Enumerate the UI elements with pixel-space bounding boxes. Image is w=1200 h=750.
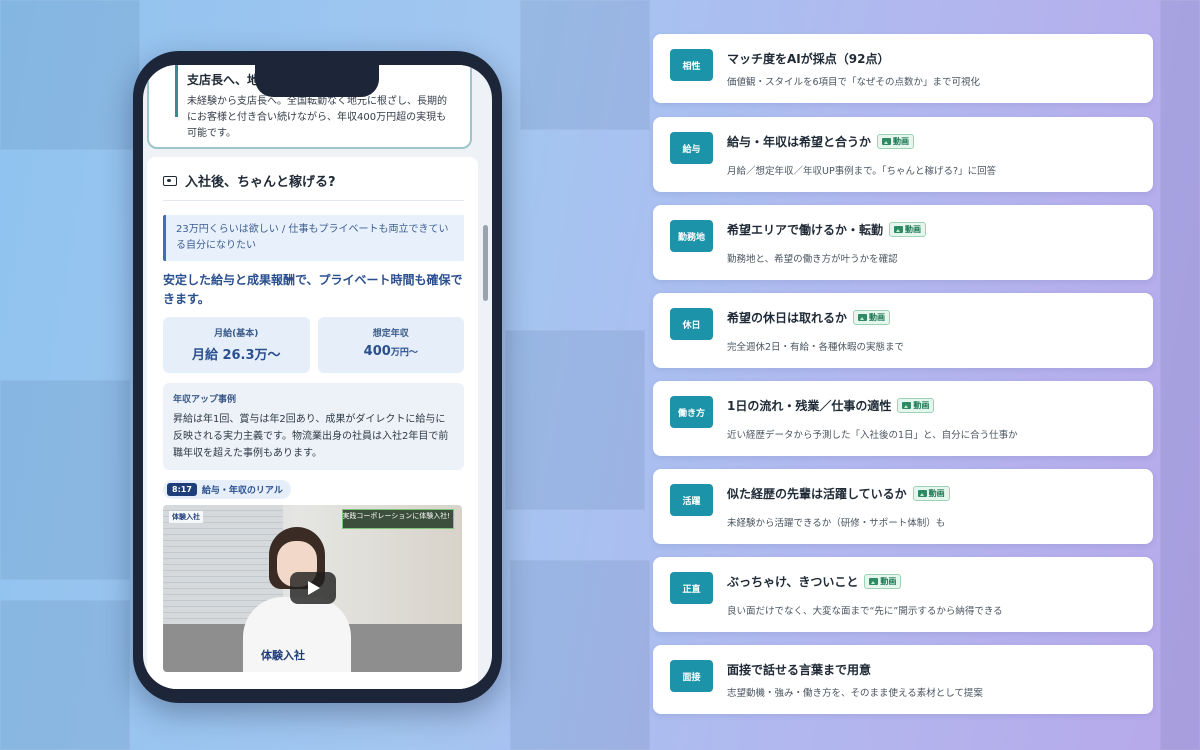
- feature-card-interview: 面接 面接で話せる言葉まで用意 志望動機・強み・働き方を、そのまま使える素材とし…: [653, 645, 1153, 714]
- feature-title: 給与・年収は希望と合うか 動画: [727, 133, 915, 150]
- video-logo: 体験入社: [169, 511, 203, 523]
- background-tile: [510, 560, 650, 750]
- feature-card-holiday: 休日 希望の休日は取れるか 動画 完全週休2日・有給・各種休暇の実態まで: [653, 293, 1153, 368]
- feature-desc: 未経験から活躍できるか（研修・サポート体制）も: [727, 518, 946, 529]
- hoodie-print: 体験入社: [261, 649, 305, 662]
- salary-stats: 月給(基本) 月給 26.3万〜 想定年収 400万円〜: [163, 317, 464, 373]
- feature-card-honest: 正直 ぶっちゃけ、きついこと 動画 良い面だけでなく、大変な面まで“先に”開示する…: [653, 557, 1153, 632]
- feature-title: 似た経歴の先輩は活躍しているか 動画: [727, 485, 950, 502]
- stat-annual-income: 想定年収 400万円〜: [317, 317, 464, 373]
- video-chip[interactable]: 動画: [889, 222, 927, 237]
- video-chip[interactable]: 動画: [897, 398, 935, 413]
- career-card-body: 未経験から支店長へ。全国転勤なく地元に根ざし、長期的にお客様と付き合い続けながら…: [187, 96, 447, 139]
- video-chip-icon: [882, 138, 892, 145]
- feature-title: ぶっちゃけ、きついこと 動画: [727, 573, 902, 590]
- section-header: 入社後、ちゃんと稼げる?: [163, 171, 464, 201]
- background-tile: [0, 380, 130, 580]
- video-chip[interactable]: 動画: [912, 486, 950, 501]
- feature-desc: 志望動機・強み・働き方を、そのまま使える素材として提案: [727, 688, 983, 699]
- feature-desc: 勤務地と、希望の働き方が叶うかを確認: [727, 254, 898, 265]
- example-label: 年収アップ事例: [173, 395, 237, 405]
- feature-card-match: 相性 マッチ度をAIが採点（92点） 価値観・スタイルを6項目で「なぜその点数か…: [653, 34, 1153, 103]
- feature-badge: 相性: [670, 49, 713, 81]
- feature-card-seniors: 活躍 似た経歴の先輩は活躍しているか 動画 未経験から活躍できるか（研修・サポート…: [653, 469, 1153, 544]
- feature-card-salary: 給与 給与・年収は希望と合うか 動画 月給／想定年収／年収UP事例まで。「ちゃんと…: [653, 117, 1153, 192]
- background-tile: [520, 0, 650, 130]
- phone-notch: [255, 63, 379, 97]
- feature-badge: 面接: [670, 660, 713, 692]
- card-accent-bar: [175, 65, 178, 117]
- feature-badge: 働き方: [670, 396, 713, 428]
- feature-title: 1日の流れ・残業／仕事の適性 動画: [727, 397, 935, 414]
- feature-card-workstyle: 働き方 1日の流れ・残業／仕事の適性 動画 近い経歴データから予測した「入社後の1…: [653, 381, 1153, 456]
- stat-label: 想定年収: [372, 329, 409, 339]
- feature-badge: 活躍: [670, 484, 713, 516]
- video-chip-icon: [902, 402, 912, 409]
- feature-title: 希望の休日は取れるか 動画: [727, 309, 891, 326]
- user-wish-quote: 23万円くらいは欲しい / 仕事もプライベートも両立できている自分になりたい: [163, 215, 464, 261]
- phone-mockup: 支店長へ、地元 未経験から支店長へ。全国転勤なく地元に根ざし、長期的にお客様と付…: [133, 51, 502, 703]
- stat-label: 月給(基本): [214, 329, 259, 339]
- money-icon: [163, 175, 177, 186]
- play-icon[interactable]: [290, 572, 336, 604]
- income-up-example: 年収アップ事例 昇給は年1回、賞与は年2回あり、成果がダイレクトに給与に反映され…: [163, 383, 464, 470]
- background-tile: [1160, 0, 1200, 750]
- example-body: 昇給は年1回、賞与は年2回あり、成果がダイレクトに給与に反映される実力主義です。…: [173, 414, 449, 459]
- feature-desc: 近い経歴データから予測した「入社後の1日」と、自分に合う仕事か: [727, 430, 1018, 441]
- feature-badge: 給与: [670, 132, 713, 164]
- video-duration: 8:17: [167, 483, 197, 496]
- feature-badge: 勤務地: [670, 220, 713, 252]
- feature-card-location: 勤務地 希望エリアで働けるか・転勤 動画 勤務地と、希望の働き方が叶うかを確認: [653, 205, 1153, 280]
- feature-badge: 休日: [670, 308, 713, 340]
- section-lead: 安定した給与と成果報酬で、プライベート時間も確保できます。: [163, 273, 463, 306]
- feature-desc: 良い面だけでなく、大変な面まで“先に”開示するから納得できる: [727, 606, 1003, 617]
- video-thumbnail[interactable]: 体験入社 実践コーポレーションに体験入社! 体験入社: [163, 505, 462, 672]
- video-chip[interactable]: 動画: [877, 134, 915, 149]
- background-tile: [0, 0, 140, 150]
- feature-title: 面接で話せる言葉まで用意: [727, 663, 872, 677]
- scrollbar[interactable]: [483, 225, 488, 301]
- video-chip-icon: [869, 578, 879, 585]
- salary-section-card: 入社後、ちゃんと稼げる? 23万円くらいは欲しい / 仕事もプライベートも両立で…: [147, 157, 478, 689]
- video-chip[interactable]: 動画: [864, 574, 902, 589]
- feature-desc: 月給／想定年収／年収UP事例まで。「ちゃんと稼げる?」に回答: [727, 166, 997, 177]
- video-chip-icon: [894, 226, 904, 233]
- feature-title: 希望エリアで働けるか・転勤 動画: [727, 221, 927, 238]
- video-banner-text: 実践コーポレーションに体験入社!: [342, 512, 450, 520]
- video-title: 給与・年収のリアル: [201, 486, 283, 496]
- background-tile: [505, 330, 645, 510]
- video-chip[interactable]: 動画: [853, 310, 891, 325]
- feature-desc: 価値観・スタイルを6項目で「なぜその点数か」まで可視化: [727, 77, 981, 88]
- feature-title: マッチ度をAIが採点（92点）: [727, 52, 890, 66]
- stat-value: 月給 26.3万〜: [191, 348, 281, 363]
- section-title: 入社後、ちゃんと稼げる?: [185, 175, 336, 190]
- video-chip-icon: [917, 490, 927, 497]
- feature-badge: 正直: [670, 572, 713, 604]
- background-tile: [0, 600, 130, 750]
- video-tag[interactable]: 8:17 給与・年収のリアル: [163, 480, 291, 499]
- stat-value: 400万円〜: [363, 344, 418, 359]
- stat-monthly-salary: 月給(基本) 月給 26.3万〜: [163, 317, 310, 373]
- video-chip-icon: [858, 314, 868, 321]
- feature-desc: 完全週休2日・有給・各種休暇の実態まで: [727, 342, 905, 353]
- phone-screen: 支店長へ、地元 未経験から支店長へ。全国転勤なく地元に根ざし、長期的にお客様と付…: [143, 65, 492, 689]
